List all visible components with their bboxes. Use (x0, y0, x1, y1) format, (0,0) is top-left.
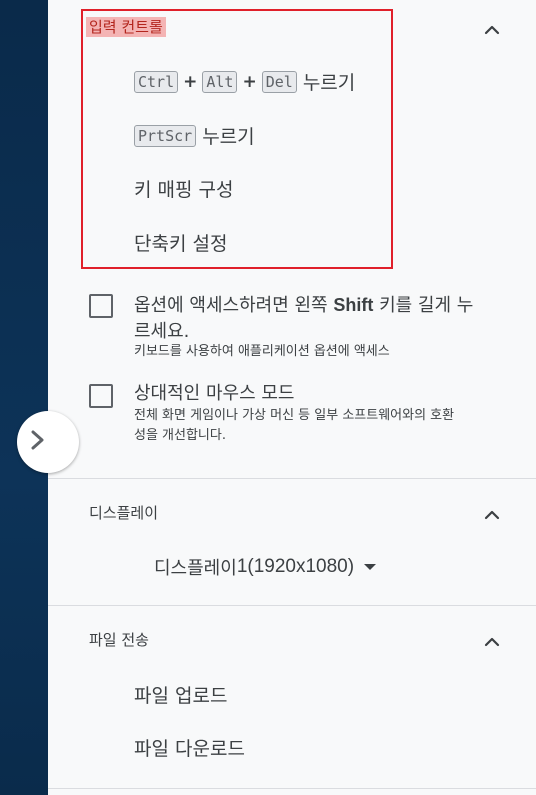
chevron-up-icon (484, 20, 500, 39)
shift-access-checkbox[interactable] (89, 294, 113, 318)
file-transfer-section-title: 파일 전송 (89, 631, 149, 649)
prtscr-key: PrtScr (134, 124, 197, 147)
del-key: Del (261, 70, 297, 93)
chevron-up-icon (484, 505, 500, 524)
relative-mouse-label: 상대적인 마우스 모드 (134, 383, 295, 404)
shift-access-description: 키보드를 사용하여 애플리케이션 옵션에 액세스 (134, 344, 390, 359)
chevron-up-icon (484, 632, 500, 651)
file-download-label: 파일 다운로드 (134, 738, 245, 760)
relative-mouse-description: 전체 화면 게임이나 가상 머신 등 일부 소프트웨어와의 호환 성을 개선합니… (134, 406, 529, 446)
ctrl-alt-del-item[interactable]: Ctrl + Alt + Del 누르기 (134, 68, 355, 95)
section-divider (48, 478, 536, 479)
shortcut-settings-label: 단축키 설정 (134, 233, 228, 255)
alt-key: Alt (202, 70, 238, 93)
desktop-background-strip (0, 0, 48, 795)
input-controls-collapse-button[interactable] (480, 17, 504, 41)
ctrl-alt-del-action: 누르기 (302, 72, 356, 94)
caret-down-icon (364, 564, 377, 570)
input-controls-title-text: 입력 컨트롤 (86, 17, 166, 37)
display-select-dropdown[interactable]: 디스플레이 1(1920x1080) (154, 554, 377, 580)
shift-access-label-part3: 르세요. (134, 321, 190, 342)
shift-access-label: 옵션에 액세스하려면 왼쪽 Shift 키를 길게 누 르세요. (134, 292, 529, 345)
file-upload-label: 파일 업로드 (134, 685, 228, 707)
input-controls-title: 입력 컨트롤 (86, 16, 166, 37)
shift-access-label-part1: 옵션에 액세스하려면 왼쪽 (134, 295, 328, 316)
shift-key-text: Shift (333, 295, 374, 315)
display-collapse-button[interactable] (480, 502, 504, 526)
file-download-item[interactable]: 파일 다운로드 (134, 734, 245, 761)
section-divider (48, 605, 536, 606)
key-mapping-label: 키 매핑 구성 (134, 179, 234, 201)
display-section-title: 디스플레이 (89, 504, 159, 522)
shortcut-settings-item[interactable]: 단축키 설정 (134, 229, 227, 256)
shift-access-label-part2: 키를 길게 누 (379, 295, 474, 316)
plus-sign: + (183, 71, 198, 92)
ctrl-key: Ctrl (134, 70, 179, 93)
section-divider (48, 788, 536, 789)
relative-mouse-description-line2: 성을 개선합니다. (134, 428, 226, 443)
key-mapping-item[interactable]: 키 매핑 구성 (134, 175, 233, 202)
prtscr-item[interactable]: PrtScr 누르기 (134, 122, 255, 149)
chevron-right-icon (30, 430, 46, 454)
panel-toggle-button[interactable] (17, 411, 79, 473)
display-select-value: 1(1920x1080) (236, 556, 355, 577)
relative-mouse-checkbox[interactable] (89, 384, 113, 408)
prtscr-action: 누르기 (202, 126, 255, 148)
side-panel: 입력 컨트롤 Ctrl + Alt + Del 누르기 PrtScr 누르기 키… (48, 0, 536, 795)
relative-mouse-description-line1: 전체 화면 게임이나 가상 머신 등 일부 소프트웨어와의 호환 (134, 408, 455, 423)
plus-sign: + (242, 71, 257, 92)
file-upload-item[interactable]: 파일 업로드 (134, 681, 227, 708)
display-select-prefix: 디스플레이 (154, 558, 237, 579)
file-transfer-collapse-button[interactable] (480, 629, 504, 653)
